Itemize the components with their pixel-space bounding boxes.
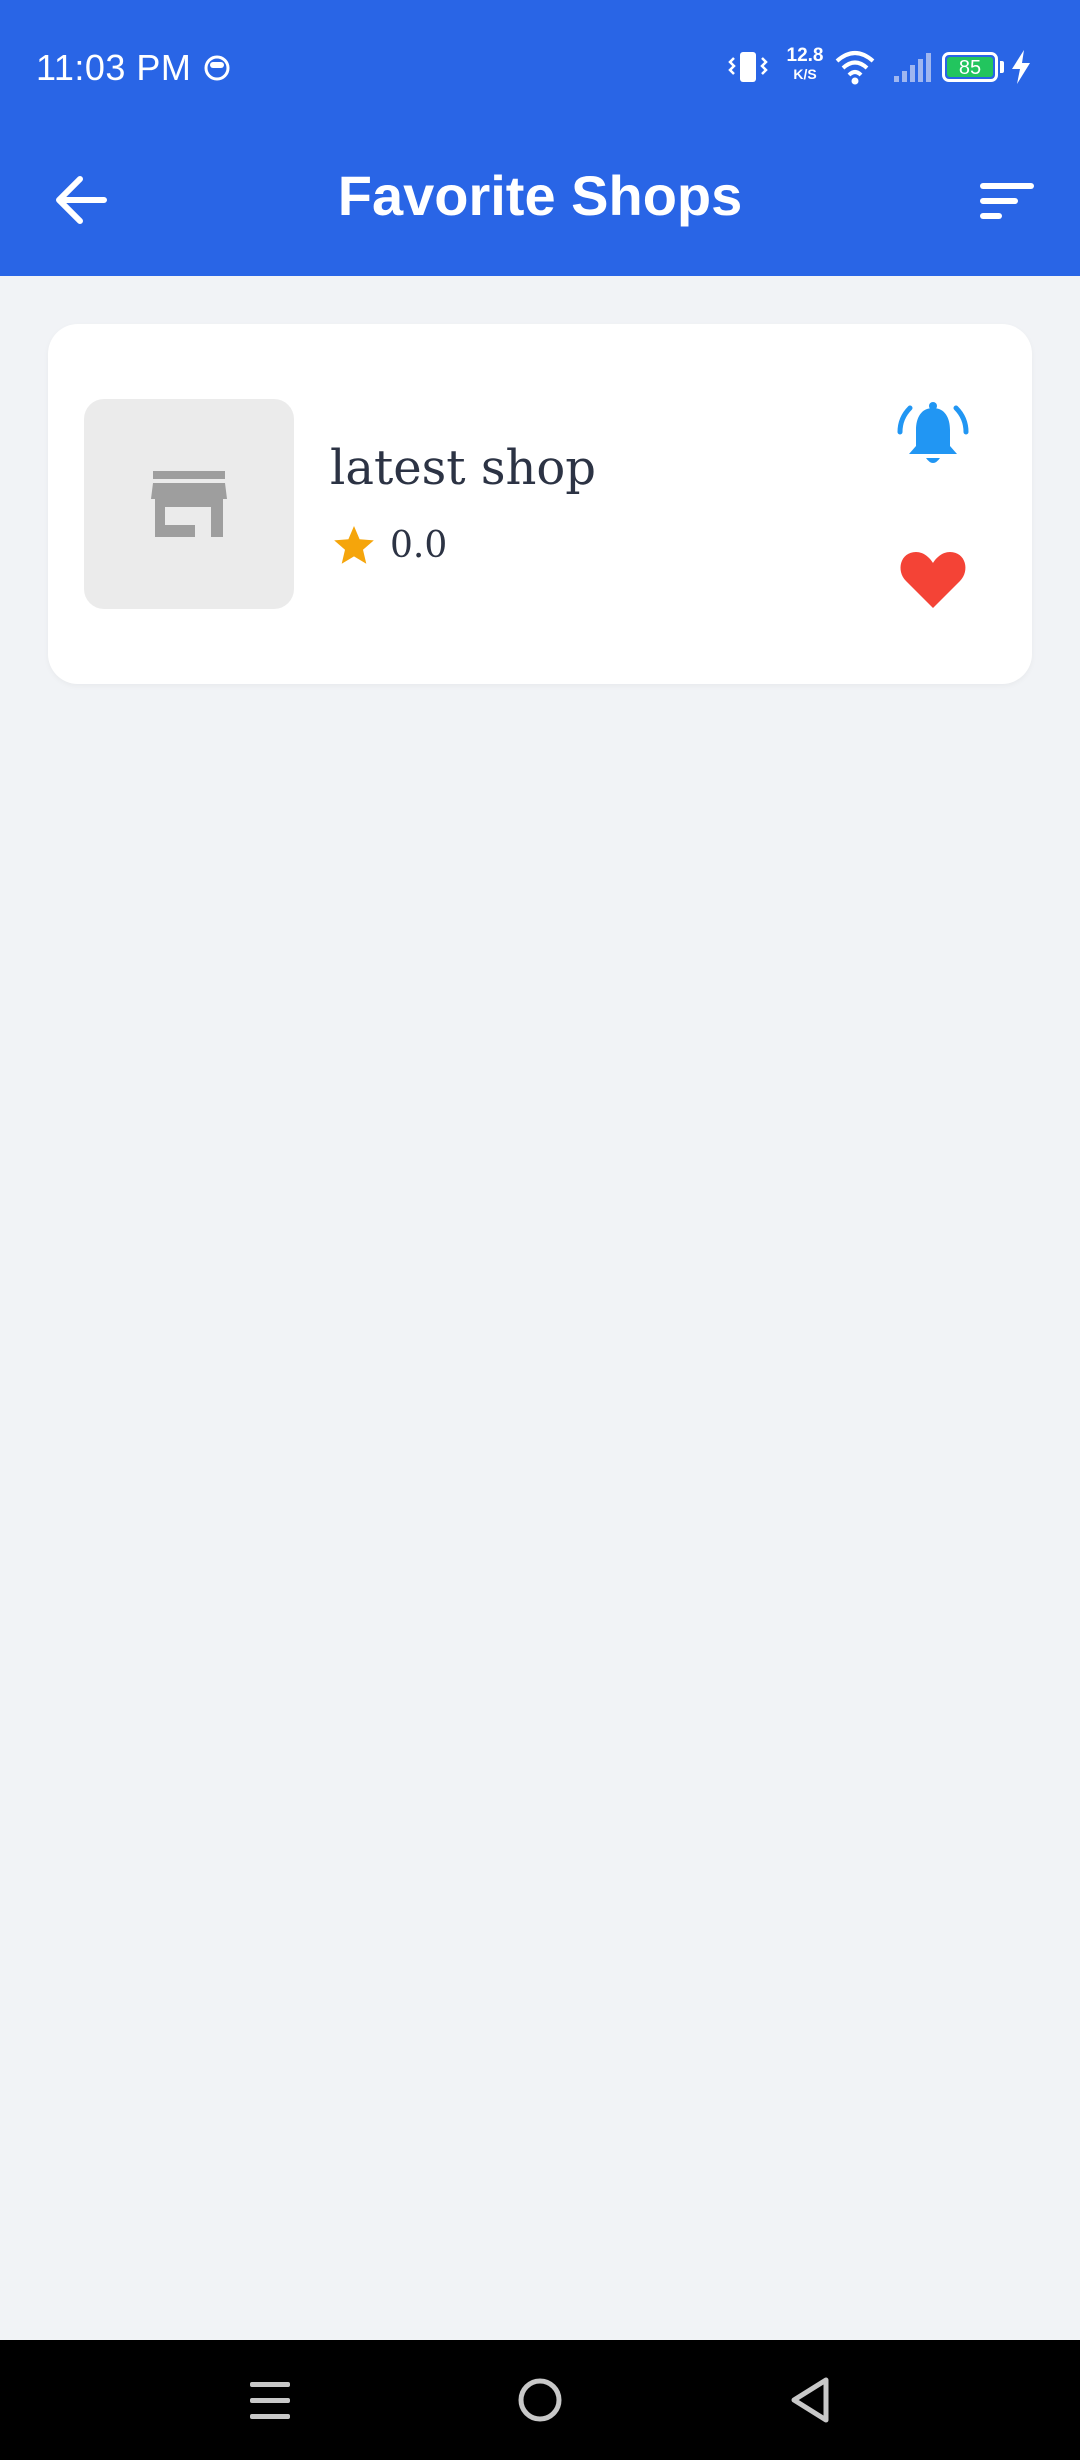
shop-card[interactable]: latest shop 0.0 bbox=[48, 324, 1032, 684]
signal-icon bbox=[894, 53, 931, 82]
wifi-icon bbox=[835, 51, 875, 85]
nav-menu-button[interactable] bbox=[230, 2360, 310, 2440]
net-speed-value: 12.8 bbox=[786, 45, 824, 66]
app-bar: Favorite Shops bbox=[0, 135, 1080, 276]
shop-name: latest shop bbox=[330, 440, 597, 496]
store-icon bbox=[151, 471, 227, 537]
favorite-shops-list: latest shop 0.0 bbox=[0, 276, 1080, 2340]
shop-thumbnail bbox=[84, 399, 294, 609]
net-speed: 12.8 K/S bbox=[784, 45, 826, 83]
vibrate-icon bbox=[728, 52, 768, 82]
back-triangle-icon bbox=[791, 2377, 829, 2423]
home-circle-icon bbox=[518, 2378, 562, 2422]
page-title: Favorite Shops bbox=[337, 164, 743, 227]
system-nav-bar bbox=[0, 2340, 1080, 2460]
notify-button[interactable] bbox=[888, 392, 978, 482]
heart-icon bbox=[900, 552, 966, 608]
sort-icon bbox=[980, 183, 1034, 219]
battery-icon: 85 bbox=[942, 52, 998, 82]
sort-button[interactable] bbox=[960, 155, 1050, 245]
menu-icon bbox=[250, 2382, 290, 2419]
nav-home-button[interactable] bbox=[500, 2360, 580, 2440]
bell-ringing-icon bbox=[897, 402, 969, 463]
charging-icon bbox=[1012, 50, 1030, 84]
status-time: 11:03 PM bbox=[36, 47, 192, 88]
nav-back-button[interactable] bbox=[770, 2360, 850, 2440]
face-icon bbox=[204, 55, 230, 81]
status-bar: 11:03 PM 12.8 K/S 85 bbox=[0, 0, 1080, 135]
battery-level: 85 bbox=[947, 57, 993, 79]
star-icon bbox=[334, 526, 374, 564]
rating-value: 0.0 bbox=[390, 525, 448, 566]
battery-tip bbox=[1000, 61, 1004, 73]
favorite-button[interactable] bbox=[888, 532, 978, 622]
net-speed-unit: K/S bbox=[793, 66, 817, 82]
